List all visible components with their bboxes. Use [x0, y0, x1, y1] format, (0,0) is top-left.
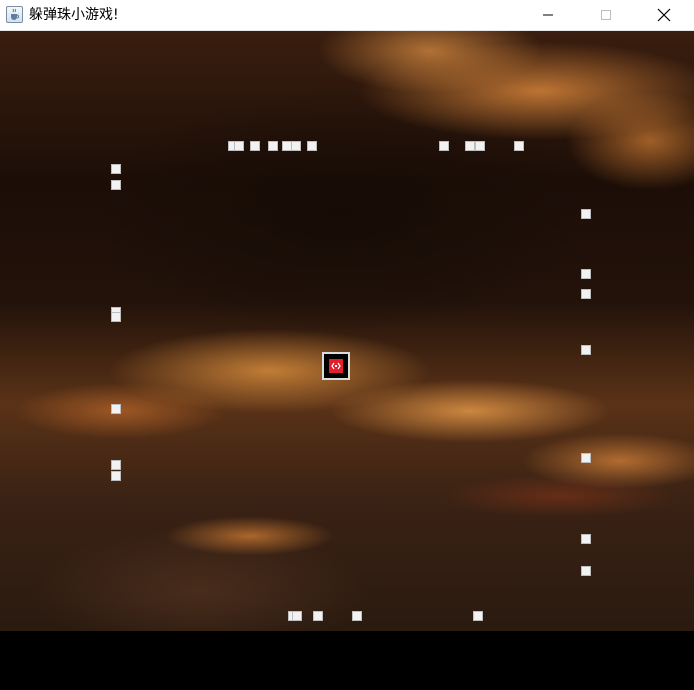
- bullet: [581, 453, 591, 463]
- bullet: [581, 209, 591, 219]
- maximize-button[interactable]: [583, 0, 629, 30]
- bullet: [111, 471, 121, 481]
- bullet: [111, 460, 121, 470]
- game-canvas[interactable]: [0, 31, 694, 631]
- title-bar[interactable]: 躲弹珠小游戏!: [0, 0, 694, 31]
- bullet: [111, 180, 121, 190]
- bullet: [111, 404, 121, 414]
- minimize-icon: [543, 14, 553, 16]
- bullet: [581, 289, 591, 299]
- bottom-black-panel: [0, 631, 694, 690]
- bullet: [313, 611, 323, 621]
- minimize-button[interactable]: [525, 0, 571, 30]
- bullet: [250, 141, 260, 151]
- bullet: [268, 141, 278, 151]
- window-title: 躲弹珠小游戏!: [29, 7, 119, 23]
- bullet: [111, 312, 121, 322]
- close-icon: [657, 8, 671, 22]
- bullet: [581, 566, 591, 576]
- bullet: [439, 141, 449, 151]
- bullet: [581, 534, 591, 544]
- java-coffee-cup-icon[interactable]: [6, 6, 23, 23]
- bullet: [291, 141, 301, 151]
- close-button[interactable]: [641, 0, 687, 30]
- game-window: 躲弹珠小游戏!: [0, 0, 694, 690]
- bullet: [581, 345, 591, 355]
- bullet: [292, 611, 302, 621]
- bullet: [514, 141, 524, 151]
- bullet: [307, 141, 317, 151]
- bullet: [352, 611, 362, 621]
- bullet: [234, 141, 244, 151]
- bullet: [473, 611, 483, 621]
- bullet: [581, 269, 591, 279]
- player-ball[interactable]: [322, 352, 350, 380]
- maximize-icon: [601, 10, 611, 20]
- bullet: [111, 164, 121, 174]
- bullet: [475, 141, 485, 151]
- bullet: [465, 141, 475, 151]
- red-ball-player-icon: [329, 359, 343, 373]
